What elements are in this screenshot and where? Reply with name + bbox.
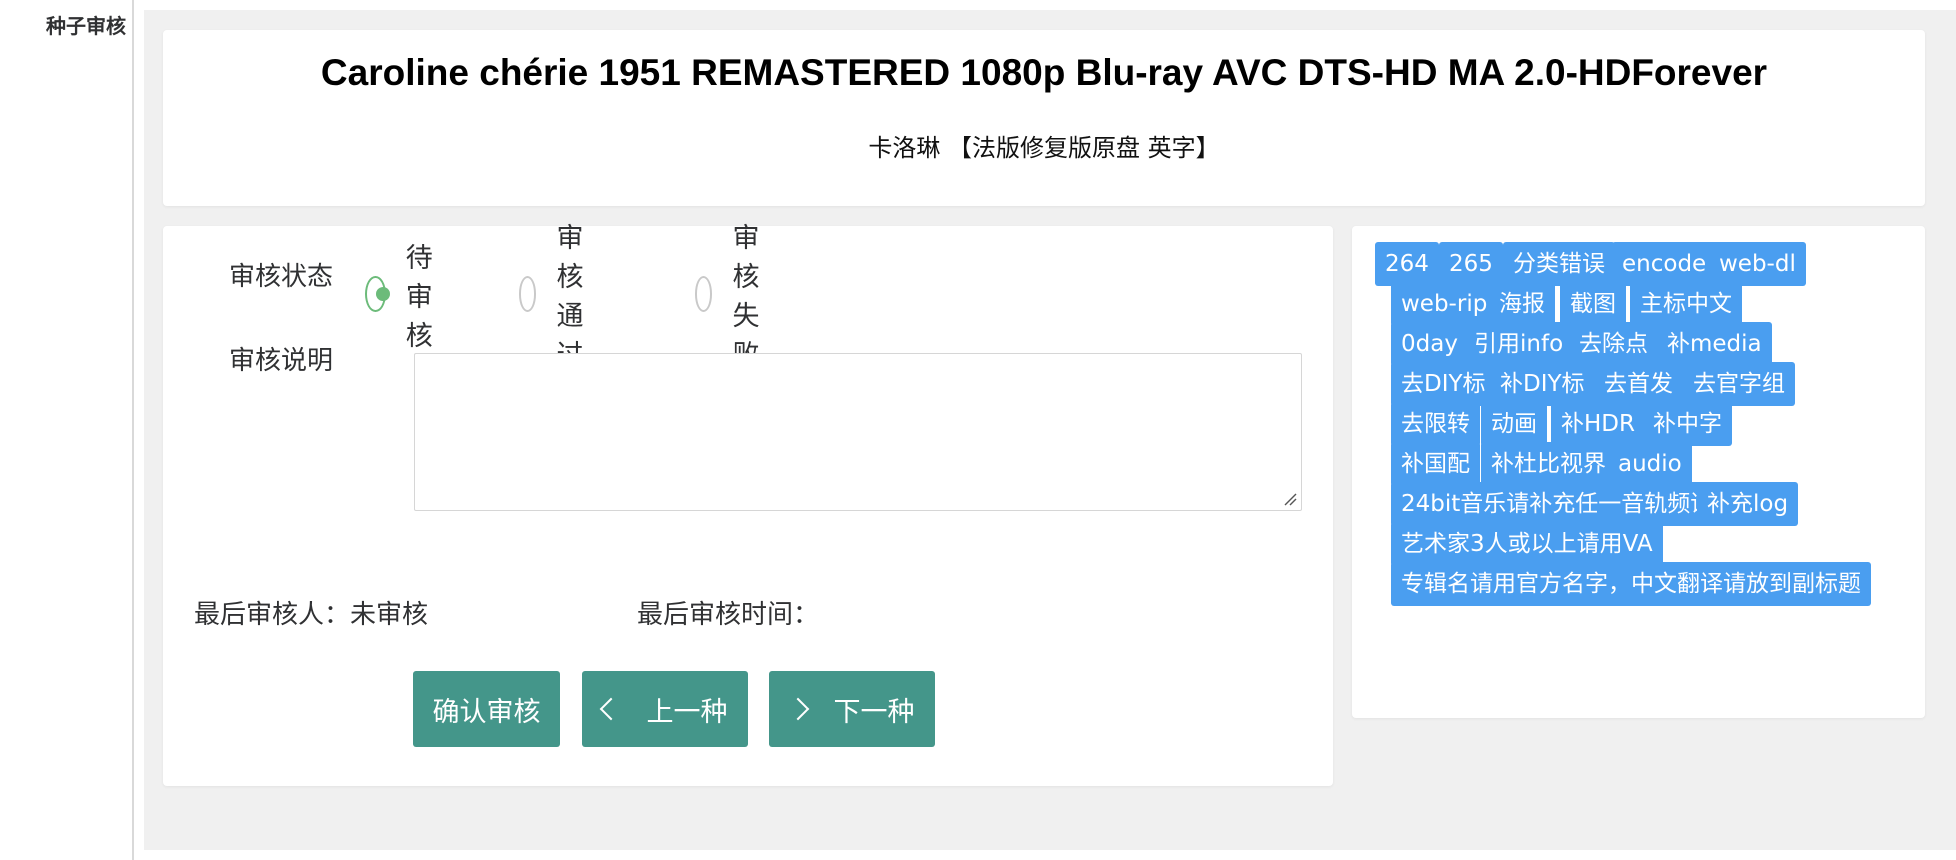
tag-button[interactable]: web-dl: [1709, 242, 1806, 286]
tag-button[interactable]: 海报: [1489, 282, 1555, 326]
radio-pending-label: 待审核: [405, 242, 433, 352]
tag-button[interactable]: 0day: [1391, 322, 1468, 366]
quick-tags-card: 264 265 分类错误 encode web-dl web-rip 海报 截图…: [1352, 226, 1925, 718]
prev-button[interactable]: 上一种: [582, 671, 748, 747]
tag-row: 264 265 分类错误 encode web-dl: [1352, 242, 1925, 286]
tag-button[interactable]: audio: [1608, 442, 1692, 486]
tag-button[interactable]: 去官字组: [1683, 362, 1795, 406]
radio-circle-icon[interactable]: [519, 276, 537, 312]
radio-approved-label: 审核通过: [556, 223, 584, 371]
tag-button[interactable]: 艺术家3人或以上请用VA: [1391, 522, 1663, 566]
tag-row: 去DIY标 补DIY标 去首发 去官字组: [1352, 362, 1925, 406]
tag-button[interactable]: 去首发: [1594, 362, 1683, 406]
tag-button[interactable]: 补充log: [1697, 482, 1799, 526]
last-review-time-label: 最后审核时间：: [637, 600, 820, 630]
confirm-review-label: 确认审核: [432, 696, 541, 728]
chevron-left-icon: [599, 697, 622, 721]
remark-textarea[interactable]: [414, 353, 1302, 511]
tag-row: 0day 引用info 去除点 补media: [1352, 322, 1925, 366]
tag-row: 24bit音乐请补充任一音轨频谱图 补充log: [1352, 482, 1925, 526]
confirm-review-button[interactable]: 确认审核: [413, 671, 560, 747]
review-form-card: 审核状态 待审核 审核通过 审核失败 审核说明 最后审核人：未审核: [163, 223, 1333, 786]
tag-button[interactable]: 动画: [1481, 402, 1547, 446]
radio-rejected[interactable]: 审核失败: [695, 223, 778, 371]
status-label: 审核状态: [228, 262, 333, 292]
tag-row: web-rip 海报 截图 主标中文: [1352, 282, 1925, 326]
tag-button[interactable]: 补中字: [1643, 402, 1732, 446]
radio-circle-icon[interactable]: [695, 276, 713, 312]
tag-button[interactable]: 分类错误: [1503, 242, 1615, 286]
radio-circle-icon[interactable]: [365, 276, 390, 312]
next-button[interactable]: 下一种: [769, 671, 935, 747]
tag-button[interactable]: 引用info: [1464, 322, 1574, 366]
torrent-title: Caroline chérie 1951 REMASTERED 1080p Bl…: [320, 52, 1768, 93]
sidebar-divider: [132, 0, 134, 860]
tag-button[interactable]: 补media: [1657, 322, 1772, 366]
torrent-subtitle: 卡洛琳 【法版修复版原盘 英字】: [868, 134, 1220, 162]
prev-label: 上一种: [646, 696, 728, 728]
radio-rejected-label: 审核失败: [732, 223, 760, 371]
last-reviewer-value: 未审核: [350, 600, 429, 630]
last-reviewer-label: 最后审核人：: [194, 600, 351, 630]
page-title: 种子审核: [46, 14, 126, 38]
tag-button[interactable]: 补杜比视界: [1481, 442, 1616, 486]
tag-button[interactable]: 265: [1439, 242, 1503, 286]
tag-button[interactable]: 264: [1375, 242, 1439, 286]
tag-button[interactable]: 截图: [1560, 282, 1626, 326]
tag-button[interactable]: 补国配: [1391, 442, 1480, 486]
tag-button[interactable]: 补HDR: [1551, 402, 1645, 446]
radio-pending[interactable]: 待审核: [365, 243, 448, 352]
tag-button[interactable]: 去DIY标: [1391, 362, 1496, 406]
tag-button[interactable]: 去限转: [1391, 402, 1480, 446]
tag-button[interactable]: 补DIY标: [1490, 362, 1595, 406]
resize-grip-icon[interactable]: [1283, 492, 1297, 506]
tag-row: 艺术家3人或以上请用VA: [1352, 522, 1925, 566]
next-label: 下一种: [833, 696, 915, 728]
tag-button[interactable]: 主标中文: [1630, 282, 1742, 326]
tag-button[interactable]: 专辑名请用官方名字，中文翻译请放到副标题: [1391, 562, 1871, 606]
chevron-right-icon: [786, 697, 809, 721]
tag-row: 专辑名请用官方名字，中文翻译请放到副标题: [1352, 562, 1925, 606]
last-review-time: 最后审核时间：: [637, 594, 819, 631]
radio-approved[interactable]: 审核通过: [519, 223, 602, 371]
main-area: Caroline chérie 1951 REMASTERED 1080p Bl…: [144, 10, 1956, 850]
tag-row: 补国配 补杜比视界 audio: [1352, 442, 1925, 486]
remark-label: 审核说明: [228, 346, 333, 376]
torrent-title-card: Caroline chérie 1951 REMASTERED 1080p Bl…: [163, 30, 1925, 206]
tag-button[interactable]: web-rip: [1391, 282, 1498, 326]
tag-button[interactable]: 24bit音乐请补充任一音轨频谱图: [1391, 482, 1747, 526]
tag-button[interactable]: encode: [1612, 242, 1717, 286]
tag-button[interactable]: 去除点: [1569, 322, 1658, 366]
last-reviewer: 最后审核人：未审核: [194, 594, 428, 631]
tag-row: 去限转 动画 补HDR 补中字: [1352, 402, 1925, 446]
